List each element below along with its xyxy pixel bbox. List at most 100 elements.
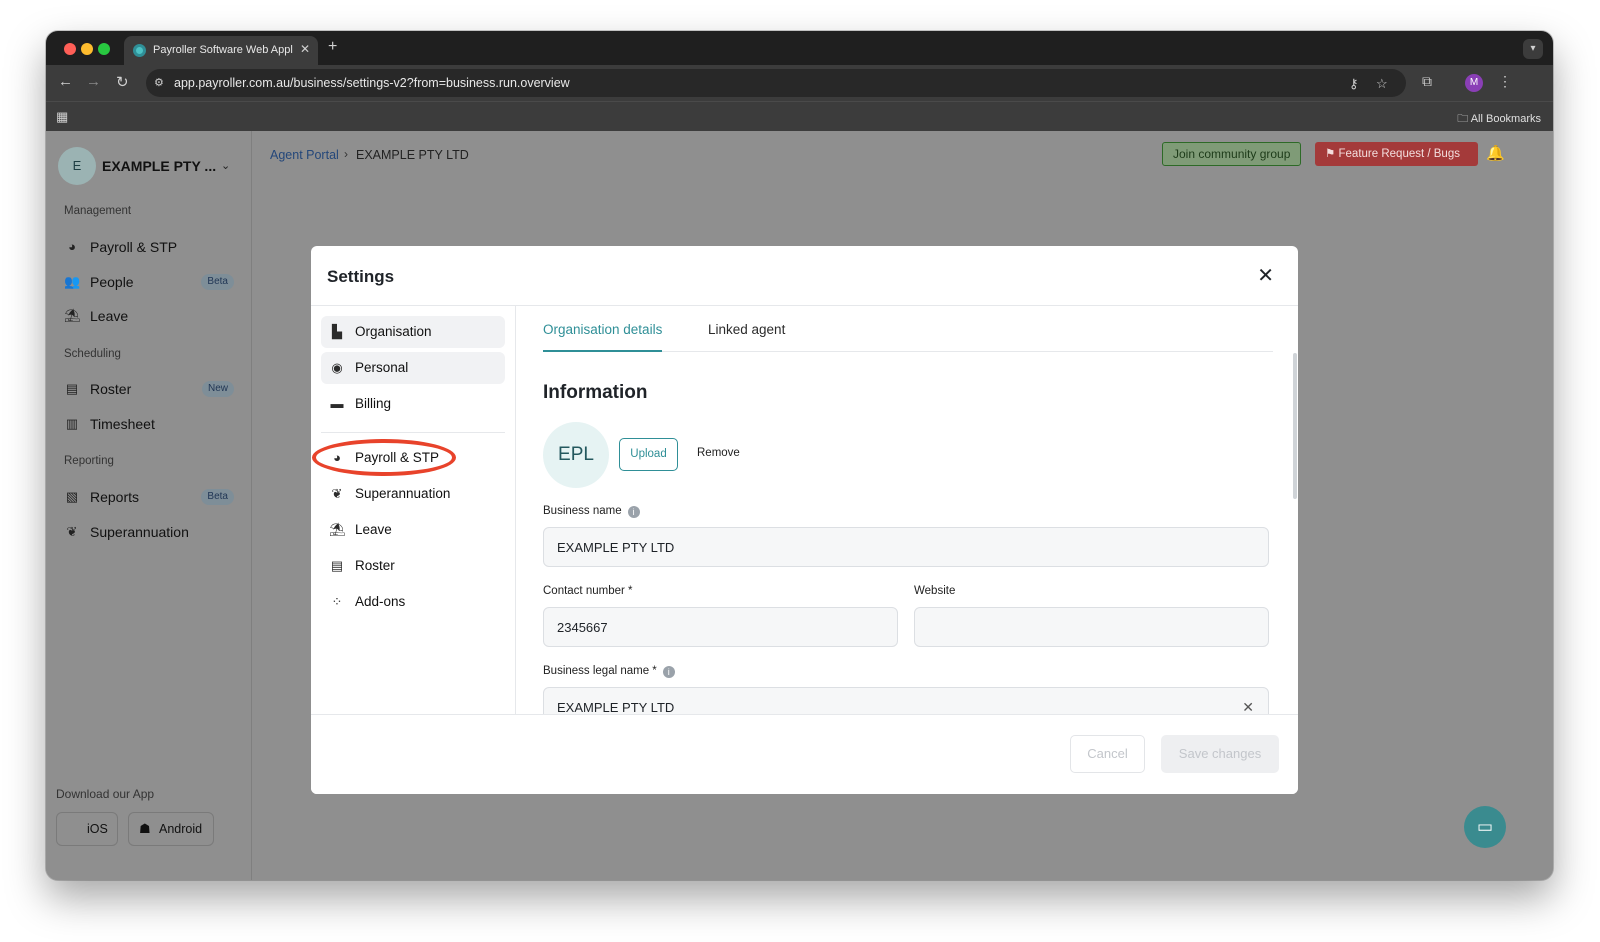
- calendar-icon: ▤: [330, 558, 344, 573]
- minimize-window-button[interactable]: [81, 43, 93, 55]
- leave-icon: ⛱: [329, 522, 346, 537]
- browser-tab-title: Payroller Software Web Appli: [153, 44, 293, 56]
- back-arrow-icon[interactable]: ←: [58, 73, 73, 90]
- browser-menu-icon[interactable]: ⋮: [1498, 73, 1512, 90]
- chat-support-button[interactable]: ▭: [1464, 806, 1506, 848]
- feature-request-label: Feature Request / Bugs: [1338, 148, 1460, 160]
- tab-linked-agent[interactable]: Linked agent: [708, 322, 785, 352]
- settings-tabs: Organisation details Linked agent: [543, 306, 1273, 352]
- business-name: EXAMPLE PTY ...: [102, 158, 217, 174]
- sidebar-item-timesheet[interactable]: ▥ Timesheet: [62, 410, 236, 438]
- address-bar[interactable]: ⚙ app.payroller.com.au/business/settings…: [146, 69, 1406, 97]
- website-field[interactable]: [914, 607, 1269, 647]
- settings-nav-label: Leave: [355, 522, 392, 537]
- business-switcher[interactable]: E EXAMPLE PTY ... ⌄: [58, 147, 243, 187]
- modal-footer-divider: [311, 714, 1298, 715]
- legal-name-value: EXAMPLE PTY LTD: [557, 700, 675, 715]
- reload-icon[interactable]: ↻: [116, 73, 129, 91]
- section-scheduling: Scheduling: [64, 348, 121, 360]
- sidebar-item-reports[interactable]: ▧ Reports Beta: [62, 483, 236, 511]
- apps-grid-icon[interactable]: ▦: [56, 109, 68, 125]
- flag-icon: ⚑: [1325, 148, 1339, 160]
- website-label: Website: [914, 585, 956, 597]
- download-app-title: Download our App: [56, 787, 155, 801]
- all-bookmarks-button[interactable]: 🗀 All Bookmarks: [1457, 110, 1541, 129]
- settings-nav-leave[interactable]: ⛱ Leave: [321, 514, 505, 546]
- settings-nav-superannuation[interactable]: ❦ Superannuation: [321, 478, 505, 510]
- chat-icon: ▭: [1476, 817, 1494, 836]
- piggy-bank-icon: ❦: [66, 524, 78, 539]
- business-name-label-text: Business name: [543, 505, 622, 517]
- browser-tab-bar: Payroller Software Web Appli ✕ + ▾: [46, 31, 1553, 65]
- settings-nav-organisation[interactable]: ▙ Organisation: [321, 316, 505, 348]
- sidebar-item-people[interactable]: 👥 People Beta: [62, 268, 236, 296]
- modal-scrollbar[interactable]: [1293, 353, 1297, 499]
- info-icon[interactable]: i: [662, 666, 675, 678]
- breadcrumb-chevron-icon: ›: [344, 147, 348, 161]
- sidebar-item-label: Reports: [90, 489, 140, 505]
- contact-number-label: Contact number *: [543, 585, 633, 597]
- all-bookmarks-label: All Bookmarks: [1470, 113, 1541, 125]
- tab-search-chevron-icon[interactable]: ▾: [1523, 39, 1543, 59]
- sidebar-item-label: People: [90, 274, 134, 290]
- ios-app-button[interactable]: iOS: [56, 812, 118, 846]
- android-label: Android: [159, 822, 203, 836]
- profile-avatar[interactable]: M: [1465, 74, 1483, 92]
- settings-nav-roster[interactable]: ▤ Roster: [321, 550, 505, 582]
- cancel-button[interactable]: Cancel: [1070, 735, 1145, 773]
- sidebar-item-roster[interactable]: ▤ Roster New: [62, 375, 236, 403]
- tab-organisation-details[interactable]: Organisation details: [543, 322, 663, 352]
- chevron-down-icon: ⌄: [221, 160, 231, 172]
- business-name-label: Business name i: [543, 505, 640, 518]
- new-tab-icon[interactable]: +: [328, 38, 337, 56]
- sidebar-item-label: Leave: [90, 308, 129, 324]
- password-key-icon[interactable]: ⚷: [1349, 76, 1359, 92]
- sidebar-item-payroll[interactable]: ◕ Payroll & STP: [62, 233, 236, 261]
- report-icon: ▧: [65, 489, 79, 504]
- information-heading: Information: [543, 382, 648, 403]
- business-avatar: E: [58, 147, 96, 185]
- close-icon[interactable]: ✕: [1257, 263, 1274, 288]
- browser-tab[interactable]: Payroller Software Web Appli ✕: [124, 36, 318, 65]
- settings-nav-billing[interactable]: ▬ Billing: [321, 388, 505, 420]
- beta-badge: Beta: [201, 274, 234, 290]
- contact-number-field[interactable]: 2345667: [543, 607, 898, 647]
- forward-arrow-icon[interactable]: →: [86, 73, 101, 90]
- join-community-button[interactable]: Join community group: [1162, 142, 1302, 166]
- new-badge: New: [201, 381, 234, 397]
- sidebar-item-label: Roster: [90, 381, 132, 397]
- android-icon: ☗: [139, 821, 151, 836]
- bookmark-star-icon[interactable]: ☆: [1376, 76, 1388, 92]
- settings-nav-label: Billing: [355, 396, 392, 411]
- save-changes-button[interactable]: Save changes: [1161, 735, 1279, 773]
- upload-logo-button[interactable]: Upload: [619, 438, 678, 471]
- browser-window: Payroller Software Web Appli ✕ + ▾ ← → ↻…: [46, 31, 1553, 880]
- business-name-value: EXAMPLE PTY LTD: [557, 540, 675, 555]
- maximize-window-button[interactable]: [98, 43, 110, 55]
- sidebar-item-leave[interactable]: ⛱ Leave: [62, 302, 236, 330]
- feature-request-button[interactable]: ⚑ Feature Request / Bugs: [1315, 142, 1478, 166]
- breadcrumb-current: EXAMPLE PTY LTD: [356, 148, 469, 162]
- notification-bell-icon[interactable]: 🔔: [1486, 144, 1505, 162]
- piggy-bank-icon: ❦: [331, 486, 343, 501]
- business-name-field[interactable]: EXAMPLE PTY LTD: [543, 527, 1269, 567]
- android-app-button[interactable]: ☗ Android: [128, 812, 214, 846]
- settings-nav-personal[interactable]: ◉ Personal: [321, 352, 505, 384]
- legal-name-label-text: Business legal name *: [543, 665, 657, 677]
- contact-number-value: 2345667: [557, 620, 608, 635]
- close-window-button[interactable]: [64, 43, 76, 55]
- breadcrumb-agent-portal[interactable]: Agent Portal: [270, 148, 339, 162]
- sidebar-item-superannuation[interactable]: ❦ Superannuation: [62, 518, 236, 546]
- building-icon: ▙: [332, 324, 342, 339]
- highlight-annotation: [312, 439, 456, 476]
- remove-logo-button[interactable]: Remove: [697, 447, 740, 459]
- section-reporting: Reporting: [64, 455, 114, 467]
- info-icon[interactable]: i: [627, 506, 640, 518]
- close-tab-icon[interactable]: ✕: [300, 42, 310, 56]
- legal-name-label: Business legal name * i: [543, 665, 675, 678]
- settings-nav-addons[interactable]: ⁘ Add-ons: [321, 586, 505, 618]
- extensions-icon[interactable]: ⧉: [1422, 73, 1432, 90]
- app-sidebar: E EXAMPLE PTY ... ⌄ Management ◕ Payroll…: [46, 131, 252, 880]
- settings-nav: ▙ Organisation ◉ Personal ▬ Billing ◕ Pa…: [311, 306, 516, 714]
- site-settings-icon[interactable]: ⚙: [154, 76, 168, 90]
